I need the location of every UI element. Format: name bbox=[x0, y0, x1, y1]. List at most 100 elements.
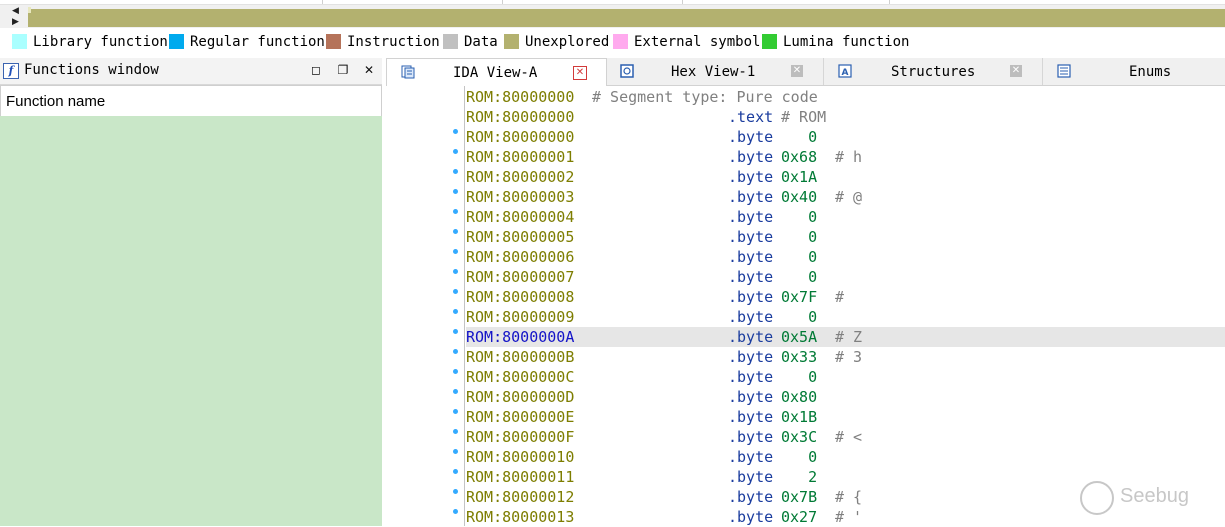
restore-button[interactable]: ❐ bbox=[336, 63, 350, 77]
directive[interactable]: .byte bbox=[728, 267, 773, 287]
directive[interactable]: .byte bbox=[728, 327, 773, 347]
close-tab-icon[interactable]: ✕ bbox=[573, 66, 587, 80]
tab-hex-view-1[interactable]: Hex View-1 ✕ bbox=[606, 58, 823, 85]
directive[interactable]: .byte bbox=[728, 127, 773, 147]
functions-list[interactable] bbox=[0, 116, 382, 526]
code-line[interactable]: ROM:80000003 .byte 0x40 # @ bbox=[466, 187, 1225, 207]
minimize-button[interactable]: ◻ bbox=[309, 63, 323, 77]
close-button[interactable]: ✕ bbox=[362, 63, 376, 77]
address[interactable]: ROM:80000003 bbox=[466, 187, 574, 207]
operand[interactable]: 0x40 bbox=[781, 187, 817, 207]
close-tab-icon[interactable]: ✕ bbox=[791, 65, 803, 77]
breakpoint-dot-icon[interactable] bbox=[453, 209, 458, 214]
code-line[interactable]: ROM:8000000C .byte 0 bbox=[466, 367, 1225, 387]
operand[interactable]: 0 bbox=[781, 307, 817, 327]
operand[interactable]: 0x1A bbox=[781, 167, 817, 187]
directive[interactable]: .byte bbox=[728, 487, 773, 507]
breakpoint-dot-icon[interactable] bbox=[453, 149, 458, 154]
address[interactable]: ROM:80000011 bbox=[466, 467, 574, 487]
disassembly-view[interactable]: ROM:80000000 # Segment type: Pure code ROM… bbox=[386, 86, 1225, 526]
breakpoint-dot-icon[interactable] bbox=[453, 449, 458, 454]
directive[interactable]: .byte bbox=[728, 427, 773, 447]
code-line[interactable]: ROM:8000000F .byte 0x3C # < bbox=[466, 427, 1225, 447]
tab-ida-view-a[interactable]: IDA View-A ✕ bbox=[386, 58, 607, 87]
code-line[interactable]: ROM:80000002 .byte 0x1A bbox=[466, 167, 1225, 187]
directive[interactable]: .byte bbox=[728, 187, 773, 207]
address[interactable]: ROM:8000000C bbox=[466, 367, 574, 387]
address[interactable]: ROM:8000000E bbox=[466, 407, 574, 427]
breakpoint-dot-icon[interactable] bbox=[453, 349, 458, 354]
operand[interactable]: 0x80 bbox=[781, 387, 817, 407]
address[interactable]: ROM:8000000D bbox=[466, 387, 574, 407]
directive[interactable]: .byte bbox=[728, 387, 773, 407]
breakpoint-dot-icon[interactable] bbox=[453, 489, 458, 494]
operand[interactable]: 0 bbox=[781, 447, 817, 467]
code-line[interactable]: ROM:80000000 .byte 0 bbox=[466, 127, 1225, 147]
directive[interactable]: .byte bbox=[728, 367, 773, 387]
address[interactable]: ROM:80000013 bbox=[466, 507, 574, 527]
operand[interactable]: 0x1B bbox=[781, 407, 817, 427]
address[interactable]: ROM:80000010 bbox=[466, 447, 574, 467]
address[interactable]: ROM:80000005 bbox=[466, 227, 574, 247]
code-line[interactable]: ROM:80000000 .text # ROM bbox=[466, 107, 1225, 127]
directive[interactable]: .byte bbox=[728, 207, 773, 227]
breakpoint-dot-icon[interactable] bbox=[453, 129, 458, 134]
close-tab-icon[interactable]: ✕ bbox=[1010, 65, 1022, 77]
breakpoint-dot-icon[interactable] bbox=[453, 229, 458, 234]
breakpoint-dot-icon[interactable] bbox=[453, 469, 458, 474]
operand[interactable]: 0x3C bbox=[781, 427, 817, 447]
operand[interactable]: 0 bbox=[781, 227, 817, 247]
directive[interactable]: .byte bbox=[728, 447, 773, 467]
directive[interactable]: .byte bbox=[728, 307, 773, 327]
address[interactable]: ROM:8000000B bbox=[466, 347, 574, 367]
operand[interactable]: 0 bbox=[781, 267, 817, 287]
breakpoint-dot-icon[interactable] bbox=[453, 329, 458, 334]
breakpoint-dot-icon[interactable] bbox=[453, 309, 458, 314]
code-line[interactable]: ROM:80000005 .byte 0 bbox=[466, 227, 1225, 247]
breakpoint-dot-icon[interactable] bbox=[453, 409, 458, 414]
address[interactable]: ROM:80000000 bbox=[466, 107, 574, 127]
code-line[interactable]: ROM:8000000D .byte 0x80 bbox=[466, 387, 1225, 407]
code-line[interactable]: ROM:80000010 .byte 0 bbox=[466, 447, 1225, 467]
breakpoint-dot-icon[interactable] bbox=[453, 389, 458, 394]
operand[interactable]: 2 bbox=[781, 467, 817, 487]
breakpoint-dot-icon[interactable] bbox=[453, 169, 458, 174]
directive[interactable]: .byte bbox=[728, 227, 773, 247]
code-line[interactable]: ROM:80000004 .byte 0 bbox=[466, 207, 1225, 227]
address[interactable]: ROM:80000004 bbox=[466, 207, 574, 227]
code-line[interactable]: ROM:80000006 .byte 0 bbox=[466, 247, 1225, 267]
code-line[interactable]: ROM:8000000A .byte 0x5A # Z bbox=[466, 327, 1225, 347]
directive[interactable]: .text bbox=[728, 107, 773, 127]
directive[interactable]: .byte bbox=[728, 247, 773, 267]
code-line[interactable]: ROM:80000008 .byte 0x7F # bbox=[466, 287, 1225, 307]
breakpoint-dot-icon[interactable] bbox=[453, 509, 458, 514]
operand[interactable]: 0x7B bbox=[781, 487, 817, 507]
code-line[interactable]: ROM:80000000 # Segment type: Pure code bbox=[466, 87, 1225, 107]
function-name-column-header[interactable]: Function name bbox=[0, 85, 382, 117]
directive[interactable]: .byte bbox=[728, 467, 773, 487]
directive[interactable]: .byte bbox=[728, 287, 773, 307]
nav-left-arrow-icon[interactable]: ◀ bbox=[12, 6, 19, 16]
operand[interactable]: 0x7F bbox=[781, 287, 817, 307]
tab-structures[interactable]: A Structures ✕ bbox=[824, 58, 1042, 85]
code-line[interactable]: ROM:80000009 .byte 0 bbox=[466, 307, 1225, 327]
directive[interactable]: .byte bbox=[728, 507, 773, 527]
address[interactable]: ROM:80000000 bbox=[466, 87, 574, 107]
code-line[interactable]: ROM:80000001 .byte 0x68 # h bbox=[466, 147, 1225, 167]
address[interactable]: ROM:8000000A bbox=[466, 327, 574, 347]
address[interactable]: ROM:80000012 bbox=[466, 487, 574, 507]
operand[interactable]: 0 bbox=[781, 207, 817, 227]
address[interactable]: ROM:80000002 bbox=[466, 167, 574, 187]
operand[interactable]: 0x27 bbox=[781, 507, 817, 527]
directive[interactable]: .byte bbox=[728, 347, 773, 367]
address[interactable]: ROM:80000001 bbox=[466, 147, 574, 167]
operand[interactable]: 0x5A bbox=[781, 327, 817, 347]
operand[interactable]: 0 bbox=[781, 247, 817, 267]
operand[interactable]: 0x33 bbox=[781, 347, 817, 367]
address[interactable]: ROM:80000009 bbox=[466, 307, 574, 327]
code-line[interactable]: ROM:80000007 .byte 0 bbox=[466, 267, 1225, 287]
address[interactable]: ROM:80000000 bbox=[466, 127, 574, 147]
breakpoint-dot-icon[interactable] bbox=[453, 269, 458, 274]
nav-right-arrow-icon[interactable]: ▶ bbox=[12, 17, 19, 27]
address[interactable]: ROM:80000006 bbox=[466, 247, 574, 267]
